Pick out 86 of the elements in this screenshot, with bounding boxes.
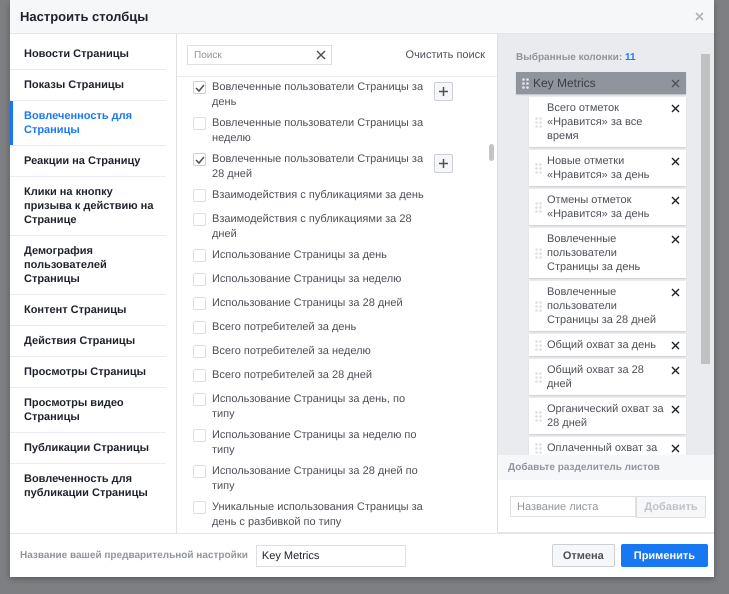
metric-label: Всего потребителей за неделю: [212, 344, 372, 359]
column-card[interactable]: Отмены отметок «Нравится» за день: [529, 189, 686, 225]
plus-icon: [439, 87, 448, 96]
drag-handle-icon[interactable]: [535, 162, 542, 174]
column-card[interactable]: Новые отметки «Нравится» за день: [529, 150, 686, 186]
remove-icon[interactable]: [671, 444, 680, 453]
column-card[interactable]: Всего отметок «Нравится» за все время: [529, 97, 686, 147]
close-icon[interactable]: [695, 12, 704, 21]
checkbox[interactable]: [193, 297, 206, 310]
checkbox[interactable]: [193, 81, 206, 94]
apply-button[interactable]: Применить: [620, 544, 708, 567]
drag-handle-icon[interactable]: [535, 248, 542, 258]
add-button[interactable]: [434, 154, 453, 173]
remove-icon[interactable]: [671, 235, 680, 244]
drag-handle-icon[interactable]: [535, 300, 542, 312]
preset-name-field[interactable]: Key Metrics: [256, 544, 406, 566]
preset-name-label: Название вашей предварительной настройки: [20, 550, 248, 561]
sidebar-item[interactable]: Реакции на Страницу: [10, 146, 166, 177]
checkbox[interactable]: [193, 117, 206, 130]
drag-handle-icon[interactable]: [535, 340, 542, 350]
remove-icon[interactable]: [671, 405, 680, 414]
checkbox[interactable]: [193, 273, 206, 286]
drag-handle-icon[interactable]: [522, 78, 529, 88]
drag-handle-icon[interactable]: [535, 116, 542, 128]
column-card[interactable]: Общий охват за день: [529, 334, 686, 356]
metric-label: Использование Страницы за неделю по типу: [212, 428, 418, 458]
metric-label: Взаимодействия с публикациями за день: [212, 188, 425, 203]
sidebar-item[interactable]: Клики на кнопку призыва к действию на Странице: [10, 177, 166, 236]
sidebar-item[interactable]: Контент Страницы: [10, 295, 166, 326]
checkbox[interactable]: [193, 393, 206, 406]
remove-icon[interactable]: [671, 157, 680, 166]
sidebar-item[interactable]: Просмотры Страницы: [10, 357, 166, 388]
checkbox[interactable]: [193, 369, 206, 382]
clear-icon[interactable]: [316, 50, 326, 60]
checkbox[interactable]: [193, 465, 206, 478]
checkbox[interactable]: [193, 153, 206, 166]
drag-handle-icon[interactable]: [535, 442, 542, 454]
remove-icon[interactable]: [671, 341, 680, 350]
metric-label: Вовлеченные пользователи Страницы за неделю: [212, 116, 424, 146]
search-field[interactable]: Поиск: [187, 45, 332, 65]
drag-handle-icon[interactable]: [535, 372, 542, 382]
metric-label: Всего потребителей за день: [212, 320, 358, 335]
checkbox[interactable]: [193, 429, 206, 442]
metric-label: Уникальные использования Страницы за день с разбивкой по типу: [212, 500, 424, 530]
sidebar-item[interactable]: Действия Страницы: [10, 326, 166, 357]
checkbox[interactable]: [193, 249, 206, 262]
remove-icon[interactable]: [671, 104, 680, 113]
column-card[interactable]: Общий охват за 28 дней: [529, 359, 686, 395]
sidebar-item[interactable]: Просмотры видео Страницы: [10, 388, 166, 433]
checkbox[interactable]: [193, 321, 206, 334]
checkbox[interactable]: [193, 189, 206, 202]
column-card[interactable]: Вовлеченные пользователи Страницы за 28 дней: [529, 281, 686, 331]
checkbox[interactable]: [193, 501, 206, 514]
sidebar-item[interactable]: Публикации Страницы: [10, 433, 166, 464]
remove-icon[interactable]: [671, 366, 680, 375]
add-button[interactable]: [434, 82, 453, 101]
column-card[interactable]: Органический охват за 28 дней: [529, 398, 686, 434]
cancel-button[interactable]: Отмена: [552, 544, 615, 567]
column-card[interactable]: Оплаченный охват за: [529, 437, 686, 455]
dialog-title: Настроить столбцы: [20, 9, 150, 24]
metric-label: Вовлеченные пользователи Страницы за 28 дней: [212, 152, 424, 182]
metric-label: Использование Страницы за день, по типу: [212, 392, 406, 422]
remove-icon[interactable]: [671, 288, 680, 297]
drag-handle-icon[interactable]: [535, 410, 542, 422]
plus-icon: [439, 159, 448, 168]
remove-icon[interactable]: [671, 196, 680, 205]
sidebar-item[interactable]: Демография пользователей Страницы: [10, 236, 166, 295]
metric-label: Использование Страницы за неделю: [212, 272, 402, 287]
selected-columns-heading: Выбранные колонки: 11: [516, 51, 637, 65]
sidebar-item[interactable]: Показы Страницы: [10, 70, 166, 101]
drag-handle-icon[interactable]: [535, 202, 542, 212]
scrollbar-thumb[interactable]: [489, 144, 494, 161]
column-card[interactable]: Вовлеченные пользователи Страницы за день: [529, 228, 686, 278]
checkbox[interactable]: [193, 213, 206, 226]
clear-search-link[interactable]: Очистить поиск: [406, 49, 485, 61]
metric-label: Использование Страницы за день: [212, 248, 388, 263]
metric-label: Всего потребителей за 28 дней: [212, 368, 373, 383]
metric-label: Взаимодействия с публикациями за 28 дней: [212, 212, 413, 242]
sidebar-item[interactable]: Вовлеченность для Страницы: [10, 101, 166, 146]
checkbox[interactable]: [193, 345, 206, 358]
metric-label: Использование Страницы за 28 дней по типу: [212, 464, 419, 494]
metric-label: Использование Страницы за 28 дней: [212, 296, 404, 311]
sidebar-item[interactable]: Вовлеченность для публикации Страницы: [10, 464, 166, 508]
sidebar-item[interactable]: Новости Страницы: [10, 39, 166, 70]
group-header[interactable]: Key Metrics: [516, 72, 686, 94]
metric-label: Вовлеченные пользователи Страницы за день: [212, 80, 424, 110]
